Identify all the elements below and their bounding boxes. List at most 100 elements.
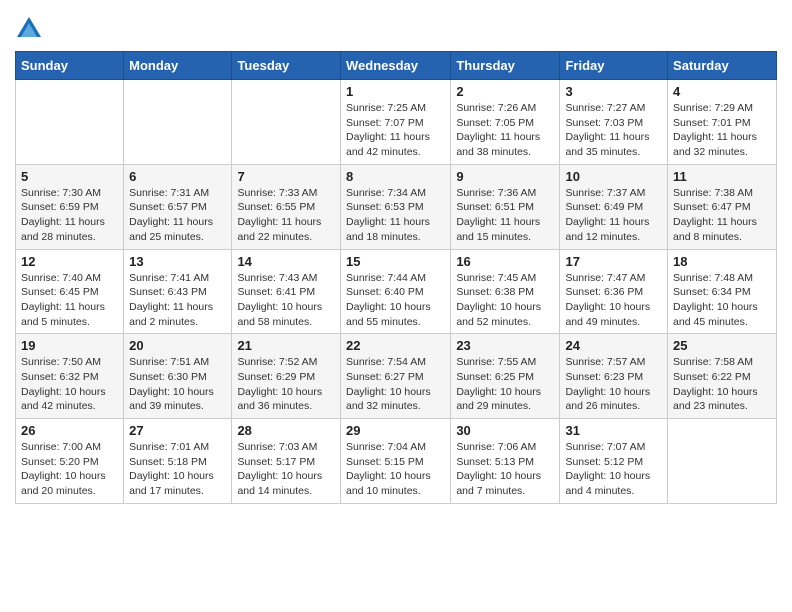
day-cell: 13Sunrise: 7:41 AMSunset: 6:43 PMDayligh…: [124, 249, 232, 334]
day-cell: 5Sunrise: 7:30 AMSunset: 6:59 PMDaylight…: [16, 164, 124, 249]
week-row-2: 5Sunrise: 7:30 AMSunset: 6:59 PMDaylight…: [16, 164, 777, 249]
day-number: 27: [129, 423, 226, 438]
day-info: Sunrise: 7:25 AMSunset: 7:07 PMDaylight:…: [346, 101, 445, 160]
day-info: Sunrise: 7:34 AMSunset: 6:53 PMDaylight:…: [346, 186, 445, 245]
day-info: Sunrise: 7:29 AMSunset: 7:01 PMDaylight:…: [673, 101, 771, 160]
week-row-1: 1 Sunrise: 7:25 AMSunset: 7:07 PMDaylight…: [16, 80, 777, 165]
day-info: Sunrise: 7:03 AMSunset: 5:17 PMDaylight:…: [237, 440, 335, 499]
day-info: Sunrise: 7:57 AMSunset: 6:23 PMDaylight:…: [565, 355, 662, 414]
day-number: 22: [346, 338, 445, 353]
day-info: Sunrise: 7:36 AMSunset: 6:51 PMDaylight:…: [456, 186, 554, 245]
day-number: 23: [456, 338, 554, 353]
day-info: Sunrise: 7:01 AMSunset: 5:18 PMDaylight:…: [129, 440, 226, 499]
day-info: Sunrise: 7:55 AMSunset: 6:25 PMDaylight:…: [456, 355, 554, 414]
day-cell: 20 Sunrise: 7:51 AMSunset: 6:30 PMDayligh…: [124, 334, 232, 419]
day-cell: 11 Sunrise: 7:38 AMSunset: 6:47 PMDayligh…: [668, 164, 777, 249]
day-cell: 28Sunrise: 7:03 AMSunset: 5:17 PMDayligh…: [232, 419, 341, 504]
day-info: Sunrise: 7:33 AMSunset: 6:55 PMDaylight:…: [237, 186, 335, 245]
day-number: 4: [673, 84, 771, 99]
day-cell: 18 Sunrise: 7:48 AMSunset: 6:34 PMDayligh…: [668, 249, 777, 334]
day-number: 5: [21, 169, 118, 184]
day-info: Sunrise: 7:38 AMSunset: 6:47 PMDaylight:…: [673, 186, 771, 245]
day-cell: 17 Sunrise: 7:47 AMSunset: 6:36 PMDayligh…: [560, 249, 668, 334]
day-cell: 24 Sunrise: 7:57 AMSunset: 6:23 PMDayligh…: [560, 334, 668, 419]
day-info: Sunrise: 7:41 AMSunset: 6:43 PMDaylight:…: [129, 271, 226, 330]
day-number: 18: [673, 254, 771, 269]
day-info: Sunrise: 7:51 AMSunset: 6:30 PMDaylight:…: [129, 355, 226, 414]
day-number: 15: [346, 254, 445, 269]
day-number: 31: [565, 423, 662, 438]
day-cell: 21 Sunrise: 7:52 AMSunset: 6:29 PMDayligh…: [232, 334, 341, 419]
day-cell: [16, 80, 124, 165]
day-cell: 19 Sunrise: 7:50 AMSunset: 6:32 PMDayligh…: [16, 334, 124, 419]
day-cell: 9 Sunrise: 7:36 AMSunset: 6:51 PMDaylight…: [451, 164, 560, 249]
day-number: 9: [456, 169, 554, 184]
day-info: Sunrise: 7:47 AMSunset: 6:36 PMDaylight:…: [565, 271, 662, 330]
day-info: Sunrise: 7:44 AMSunset: 6:40 PMDaylight:…: [346, 271, 445, 330]
day-info: Sunrise: 7:27 AMSunset: 7:03 PMDaylight:…: [565, 101, 662, 160]
weekday-header-friday: Friday: [560, 52, 668, 80]
day-cell: [124, 80, 232, 165]
day-info: Sunrise: 7:31 AMSunset: 6:57 PMDaylight:…: [129, 186, 226, 245]
page: SundayMondayTuesdayWednesdayThursdayFrid…: [0, 0, 792, 612]
week-row-4: 19 Sunrise: 7:50 AMSunset: 6:32 PMDayligh…: [16, 334, 777, 419]
day-cell: 2 Sunrise: 7:26 AMSunset: 7:05 PMDaylight…: [451, 80, 560, 165]
day-number: 26: [21, 423, 118, 438]
day-info: Sunrise: 7:43 AMSunset: 6:41 PMDaylight:…: [237, 271, 335, 330]
logo: [15, 15, 47, 43]
day-number: 12: [21, 254, 118, 269]
day-number: 8: [346, 169, 445, 184]
day-cell: 4 Sunrise: 7:29 AMSunset: 7:01 PMDaylight…: [668, 80, 777, 165]
day-cell: 30Sunrise: 7:06 AMSunset: 5:13 PMDayligh…: [451, 419, 560, 504]
day-cell: 26 Sunrise: 7:00 AMSunset: 5:20 PMDayligh…: [16, 419, 124, 504]
day-info: Sunrise: 7:45 AMSunset: 6:38 PMDaylight:…: [456, 271, 554, 330]
day-cell: 1 Sunrise: 7:25 AMSunset: 7:07 PMDaylight…: [340, 80, 450, 165]
calendar: SundayMondayTuesdayWednesdayThursdayFrid…: [15, 51, 777, 504]
day-cell: 8 Sunrise: 7:34 AMSunset: 6:53 PMDaylight…: [340, 164, 450, 249]
header: [15, 10, 777, 43]
day-number: 17: [565, 254, 662, 269]
day-number: 16: [456, 254, 554, 269]
day-info: Sunrise: 7:06 AMSunset: 5:13 PMDaylight:…: [456, 440, 554, 499]
day-info: Sunrise: 7:04 AMSunset: 5:15 PMDaylight:…: [346, 440, 445, 499]
day-info: Sunrise: 7:00 AMSunset: 5:20 PMDaylight:…: [21, 440, 118, 499]
day-cell: 6 Sunrise: 7:31 AMSunset: 6:57 PMDaylight…: [124, 164, 232, 249]
day-cell: 23 Sunrise: 7:55 AMSunset: 6:25 PMDayligh…: [451, 334, 560, 419]
day-number: 1: [346, 84, 445, 99]
day-number: 10: [565, 169, 662, 184]
day-cell: [668, 419, 777, 504]
weekday-header-thursday: Thursday: [451, 52, 560, 80]
day-cell: 29Sunrise: 7:04 AMSunset: 5:15 PMDayligh…: [340, 419, 450, 504]
day-cell: 12 Sunrise: 7:40 AMSunset: 6:45 PMDayligh…: [16, 249, 124, 334]
day-number: 19: [21, 338, 118, 353]
logo-icon: [15, 15, 43, 43]
day-cell: 7 Sunrise: 7:33 AMSunset: 6:55 PMDaylight…: [232, 164, 341, 249]
day-cell: 10Sunrise: 7:37 AMSunset: 6:49 PMDayligh…: [560, 164, 668, 249]
day-number: 21: [237, 338, 335, 353]
day-cell: 3Sunrise: 7:27 AMSunset: 7:03 PMDaylight…: [560, 80, 668, 165]
weekday-header-row: SundayMondayTuesdayWednesdayThursdayFrid…: [16, 52, 777, 80]
day-info: Sunrise: 7:26 AMSunset: 7:05 PMDaylight:…: [456, 101, 554, 160]
weekday-header-monday: Monday: [124, 52, 232, 80]
day-cell: 22Sunrise: 7:54 AMSunset: 6:27 PMDayligh…: [340, 334, 450, 419]
weekday-header-saturday: Saturday: [668, 52, 777, 80]
weekday-header-wednesday: Wednesday: [340, 52, 450, 80]
day-cell: 16 Sunrise: 7:45 AMSunset: 6:38 PMDayligh…: [451, 249, 560, 334]
day-number: 20: [129, 338, 226, 353]
day-info: Sunrise: 7:52 AMSunset: 6:29 PMDaylight:…: [237, 355, 335, 414]
day-number: 24: [565, 338, 662, 353]
day-number: 25: [673, 338, 771, 353]
day-info: Sunrise: 7:40 AMSunset: 6:45 PMDaylight:…: [21, 271, 118, 330]
day-number: 2: [456, 84, 554, 99]
day-cell: 14 Sunrise: 7:43 AMSunset: 6:41 PMDayligh…: [232, 249, 341, 334]
day-info: Sunrise: 7:50 AMSunset: 6:32 PMDaylight:…: [21, 355, 118, 414]
day-number: 14: [237, 254, 335, 269]
day-number: 6: [129, 169, 226, 184]
day-info: Sunrise: 7:48 AMSunset: 6:34 PMDaylight:…: [673, 271, 771, 330]
weekday-header-sunday: Sunday: [16, 52, 124, 80]
day-number: 11: [673, 169, 771, 184]
day-number: 7: [237, 169, 335, 184]
day-cell: [232, 80, 341, 165]
day-cell: 27 Sunrise: 7:01 AMSunset: 5:18 PMDayligh…: [124, 419, 232, 504]
day-cell: 15 Sunrise: 7:44 AMSunset: 6:40 PMDayligh…: [340, 249, 450, 334]
